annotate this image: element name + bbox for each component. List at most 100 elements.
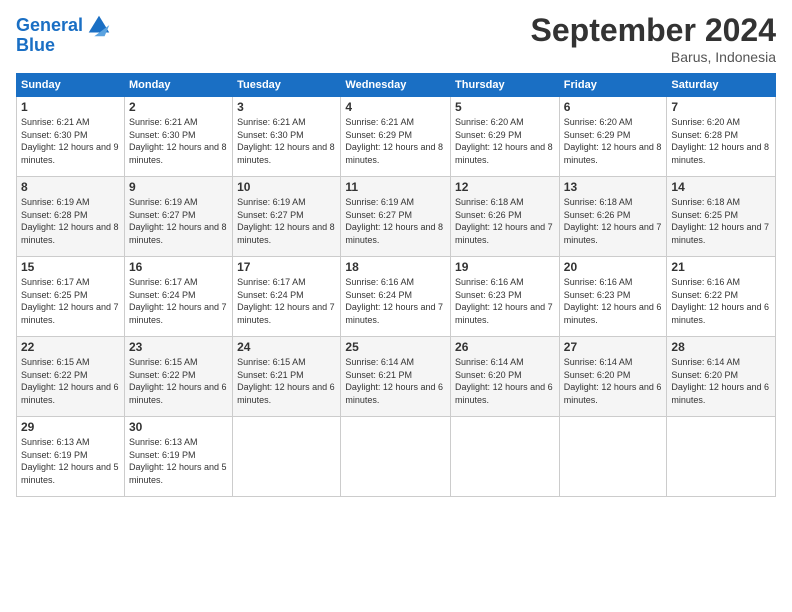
daylight-label: Daylight: 12 hours and 6 minutes.: [671, 382, 769, 405]
sunrise-label: Sunrise: 6:18 AM: [564, 197, 633, 207]
day-number: 5: [455, 100, 555, 114]
sunset-label: Sunset: 6:23 PM: [564, 290, 631, 300]
month-title: September 2024: [531, 12, 776, 49]
day-number: 4: [345, 100, 446, 114]
sunset-label: Sunset: 6:28 PM: [21, 210, 88, 220]
calendar-cell: [559, 417, 667, 497]
daylight-label: Daylight: 12 hours and 8 minutes.: [237, 142, 335, 165]
calendar-cell: [341, 417, 451, 497]
sunrise-label: Sunrise: 6:13 AM: [21, 437, 90, 447]
day-info: Sunrise: 6:18 AM Sunset: 6:26 PM Dayligh…: [455, 196, 555, 246]
daylight-label: Daylight: 12 hours and 8 minutes.: [129, 142, 227, 165]
calendar-cell: 4 Sunrise: 6:21 AM Sunset: 6:29 PM Dayli…: [341, 97, 451, 177]
day-number: 29: [21, 420, 120, 434]
calendar-cell: 22 Sunrise: 6:15 AM Sunset: 6:22 PM Dayl…: [17, 337, 125, 417]
day-number: 18: [345, 260, 446, 274]
sunrise-label: Sunrise: 6:16 AM: [564, 277, 633, 287]
daylight-label: Daylight: 12 hours and 7 minutes.: [455, 302, 553, 325]
daylight-label: Daylight: 12 hours and 8 minutes.: [564, 142, 662, 165]
daylight-label: Daylight: 12 hours and 8 minutes.: [21, 222, 119, 245]
calendar-cell: 19 Sunrise: 6:16 AM Sunset: 6:23 PM Dayl…: [451, 257, 560, 337]
calendar-week-5: 29 Sunrise: 6:13 AM Sunset: 6:19 PM Dayl…: [17, 417, 776, 497]
day-info: Sunrise: 6:19 AM Sunset: 6:27 PM Dayligh…: [237, 196, 336, 246]
page: General Blue September 2024 Barus, Indon…: [0, 0, 792, 612]
sunset-label: Sunset: 6:23 PM: [455, 290, 522, 300]
sunrise-label: Sunrise: 6:20 AM: [564, 117, 633, 127]
sunset-label: Sunset: 6:20 PM: [671, 370, 738, 380]
day-number: 7: [671, 100, 771, 114]
calendar-week-3: 15 Sunrise: 6:17 AM Sunset: 6:25 PM Dayl…: [17, 257, 776, 337]
daylight-label: Daylight: 12 hours and 9 minutes.: [21, 142, 119, 165]
calendar-cell: 12 Sunrise: 6:18 AM Sunset: 6:26 PM Dayl…: [451, 177, 560, 257]
day-info: Sunrise: 6:15 AM Sunset: 6:22 PM Dayligh…: [21, 356, 120, 406]
calendar-cell: 24 Sunrise: 6:15 AM Sunset: 6:21 PM Dayl…: [233, 337, 341, 417]
daylight-label: Daylight: 12 hours and 8 minutes.: [237, 222, 335, 245]
day-number: 17: [237, 260, 336, 274]
calendar-header-tuesday: Tuesday: [233, 74, 341, 97]
sunset-label: Sunset: 6:19 PM: [21, 450, 88, 460]
title-block: September 2024 Barus, Indonesia: [531, 12, 776, 65]
calendar-cell: [233, 417, 341, 497]
day-info: Sunrise: 6:14 AM Sunset: 6:20 PM Dayligh…: [564, 356, 663, 406]
calendar-week-4: 22 Sunrise: 6:15 AM Sunset: 6:22 PM Dayl…: [17, 337, 776, 417]
daylight-label: Daylight: 12 hours and 7 minutes.: [237, 302, 335, 325]
daylight-label: Daylight: 12 hours and 8 minutes.: [345, 142, 443, 165]
day-number: 27: [564, 340, 663, 354]
sunset-label: Sunset: 6:27 PM: [345, 210, 412, 220]
day-info: Sunrise: 6:20 AM Sunset: 6:28 PM Dayligh…: [671, 116, 771, 166]
day-info: Sunrise: 6:13 AM Sunset: 6:19 PM Dayligh…: [129, 436, 228, 486]
sunrise-label: Sunrise: 6:17 AM: [237, 277, 306, 287]
day-number: 9: [129, 180, 228, 194]
logo-blue-text: Blue: [16, 35, 55, 55]
daylight-label: Daylight: 12 hours and 5 minutes.: [21, 462, 119, 485]
sunset-label: Sunset: 6:25 PM: [21, 290, 88, 300]
day-info: Sunrise: 6:18 AM Sunset: 6:26 PM Dayligh…: [564, 196, 663, 246]
day-info: Sunrise: 6:20 AM Sunset: 6:29 PM Dayligh…: [564, 116, 663, 166]
daylight-label: Daylight: 12 hours and 7 minutes.: [564, 222, 662, 245]
day-info: Sunrise: 6:21 AM Sunset: 6:30 PM Dayligh…: [21, 116, 120, 166]
sunset-label: Sunset: 6:26 PM: [455, 210, 522, 220]
daylight-label: Daylight: 12 hours and 7 minutes.: [129, 302, 227, 325]
sunrise-label: Sunrise: 6:17 AM: [129, 277, 198, 287]
sunrise-label: Sunrise: 6:20 AM: [455, 117, 524, 127]
day-number: 8: [21, 180, 120, 194]
calendar-cell: [451, 417, 560, 497]
sunset-label: Sunset: 6:30 PM: [21, 130, 88, 140]
day-info: Sunrise: 6:14 AM Sunset: 6:20 PM Dayligh…: [455, 356, 555, 406]
calendar-cell: 6 Sunrise: 6:20 AM Sunset: 6:29 PM Dayli…: [559, 97, 667, 177]
logo-general: General: [16, 15, 83, 35]
calendar-cell: 5 Sunrise: 6:20 AM Sunset: 6:29 PM Dayli…: [451, 97, 560, 177]
sunset-label: Sunset: 6:20 PM: [455, 370, 522, 380]
daylight-label: Daylight: 12 hours and 7 minutes.: [671, 222, 769, 245]
calendar-header-wednesday: Wednesday: [341, 74, 451, 97]
day-number: 12: [455, 180, 555, 194]
daylight-label: Daylight: 12 hours and 8 minutes.: [455, 142, 553, 165]
calendar-cell: 1 Sunrise: 6:21 AM Sunset: 6:30 PM Dayli…: [17, 97, 125, 177]
calendar-header-monday: Monday: [124, 74, 232, 97]
day-number: 1: [21, 100, 120, 114]
daylight-label: Daylight: 12 hours and 6 minutes.: [564, 382, 662, 405]
calendar-cell: 20 Sunrise: 6:16 AM Sunset: 6:23 PM Dayl…: [559, 257, 667, 337]
location: Barus, Indonesia: [531, 49, 776, 65]
sunrise-label: Sunrise: 6:19 AM: [345, 197, 414, 207]
day-info: Sunrise: 6:15 AM Sunset: 6:21 PM Dayligh…: [237, 356, 336, 406]
daylight-label: Daylight: 12 hours and 8 minutes.: [345, 222, 443, 245]
day-number: 23: [129, 340, 228, 354]
day-info: Sunrise: 6:16 AM Sunset: 6:24 PM Dayligh…: [345, 276, 446, 326]
logo-blue: Blue: [16, 36, 55, 56]
day-info: Sunrise: 6:19 AM Sunset: 6:27 PM Dayligh…: [129, 196, 228, 246]
daylight-label: Daylight: 12 hours and 6 minutes.: [21, 382, 119, 405]
day-info: Sunrise: 6:20 AM Sunset: 6:29 PM Dayligh…: [455, 116, 555, 166]
calendar-cell: 18 Sunrise: 6:16 AM Sunset: 6:24 PM Dayl…: [341, 257, 451, 337]
sunrise-label: Sunrise: 6:16 AM: [455, 277, 524, 287]
sunset-label: Sunset: 6:22 PM: [671, 290, 738, 300]
day-number: 3: [237, 100, 336, 114]
day-number: 22: [21, 340, 120, 354]
sunrise-label: Sunrise: 6:18 AM: [671, 197, 740, 207]
daylight-label: Daylight: 12 hours and 8 minutes.: [671, 142, 769, 165]
day-number: 15: [21, 260, 120, 274]
sunrise-label: Sunrise: 6:14 AM: [345, 357, 414, 367]
calendar-cell: 15 Sunrise: 6:17 AM Sunset: 6:25 PM Dayl…: [17, 257, 125, 337]
sunrise-label: Sunrise: 6:17 AM: [21, 277, 90, 287]
calendar-header-thursday: Thursday: [451, 74, 560, 97]
